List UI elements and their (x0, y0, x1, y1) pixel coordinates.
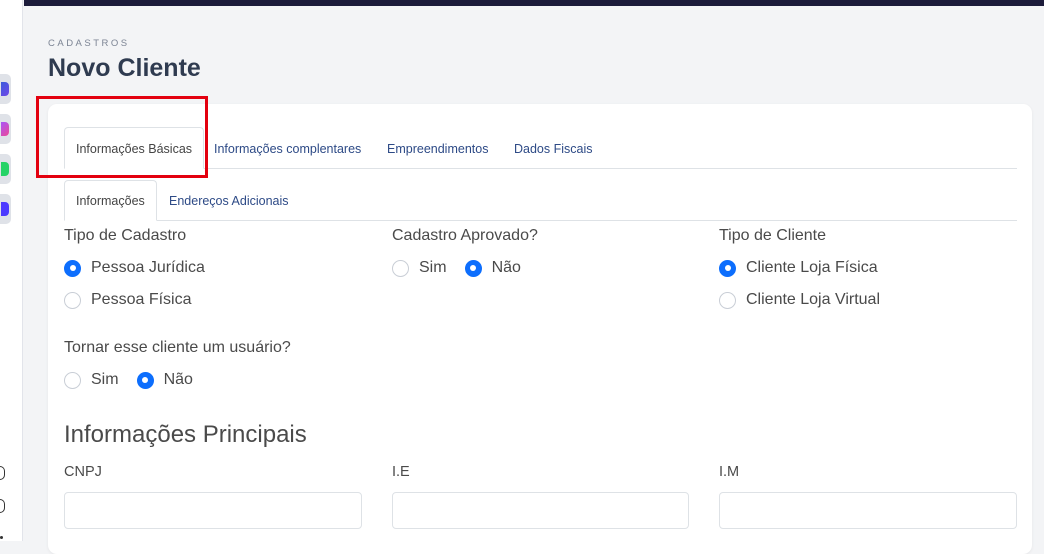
tipo-cliente-label: Tipo de Cliente (719, 227, 827, 244)
cadastro-aprovado-label: Cadastro Aprovado? (392, 227, 538, 244)
radio-usuario-nao[interactable] (136, 371, 154, 389)
radio-option[interactable]: Pessoa Física (64, 291, 209, 309)
im-label: I.M (719, 464, 740, 480)
cnpj-input[interactable] (64, 492, 362, 529)
tipo-cadastro-label: Tipo de Cadastro (64, 227, 187, 244)
radio-pessoa-juridica[interactable] (64, 259, 81, 277)
radio-option[interactable]: Pessoa Jurídica (64, 259, 223, 277)
messenger-icon[interactable] (0, 114, 11, 144)
radio-cliente-loja-virtual[interactable] (719, 291, 736, 309)
more-dots-icon[interactable] (0, 536, 3, 539)
ie-input[interactable] (392, 492, 689, 529)
top-nav-bar (24, 0, 1044, 6)
subtab-enderecos-adicionais[interactable]: Endereços Adicionais (157, 180, 301, 221)
radio-option[interactable]: Cliente Loja Física (719, 259, 896, 277)
page-title: Novo Cliente (48, 54, 201, 82)
sidebar-small-icon-2[interactable] (0, 499, 5, 513)
radio-label[interactable]: Cliente Loja Virtual (746, 291, 880, 309)
radio-group-usuario: Sim Não (64, 371, 211, 389)
subtab-informacoes[interactable]: Informações (64, 180, 157, 221)
app-shortcut-icon-2[interactable] (0, 194, 11, 224)
tab-empreendimentos[interactable]: Empreendimentos (375, 127, 500, 169)
radio-label[interactable]: Pessoa Jurídica (91, 259, 205, 277)
radio-label[interactable]: Não (492, 259, 521, 277)
sub-tabs: Informações Endereços Adicionais (64, 180, 1017, 221)
radio-label[interactable]: Sim (91, 371, 119, 389)
radio-aprovado-nao[interactable] (464, 259, 482, 277)
left-sidebar-strip (0, 0, 23, 541)
radio-label[interactable]: Não (164, 371, 193, 389)
radio-aprovado-sim[interactable] (392, 259, 409, 277)
whatsapp-icon[interactable] (0, 154, 11, 184)
highlight-annotation (36, 96, 208, 178)
radio-label[interactable]: Sim (419, 259, 447, 277)
ie-label: I.E (392, 464, 410, 480)
radio-usuario-sim[interactable] (64, 371, 81, 389)
breadcrumb: CADASTROS (48, 38, 130, 49)
radio-cliente-loja-fisica[interactable] (719, 259, 736, 277)
section-title: Informações Principais (64, 421, 307, 448)
tab-dados-fiscais[interactable]: Dados Fiscais (502, 127, 605, 169)
tab-informacoes-complementares[interactable]: Informações complentares (202, 127, 373, 169)
radio-label[interactable]: Cliente Loja Física (746, 259, 878, 277)
tornar-usuario-label: Tornar esse cliente um usuário? (64, 339, 291, 356)
sidebar-small-icon[interactable] (0, 466, 5, 480)
radio-pessoa-fisica[interactable] (64, 291, 81, 309)
im-input[interactable] (719, 492, 1017, 529)
radio-group-aprovado: Sim Não (392, 259, 539, 277)
cnpj-label: CNPJ (64, 464, 102, 480)
app-shortcut-icon[interactable] (0, 74, 11, 104)
radio-option[interactable]: Cliente Loja Virtual (719, 291, 898, 309)
radio-label[interactable]: Pessoa Física (91, 291, 191, 309)
